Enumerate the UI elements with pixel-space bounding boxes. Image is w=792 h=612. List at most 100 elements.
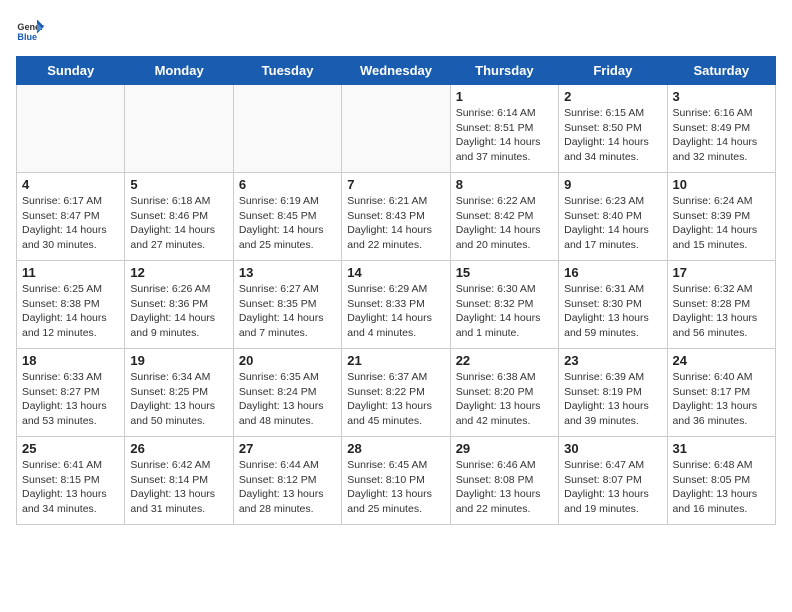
day-number: 2	[564, 89, 661, 104]
day-number: 29	[456, 441, 553, 456]
calendar-week-2: 4 Sunrise: 6:17 AM Sunset: 8:47 PM Daylig…	[17, 173, 776, 261]
calendar-cell: 31Sunrise: 6:48 AM Sunset: 8:05 PM Dayli…	[667, 437, 775, 525]
calendar-cell: 26 Sunrise: 6:42 AM Sunset: 8:14 PM Dayli…	[125, 437, 233, 525]
calendar-cell: 7 Sunrise: 6:21 AM Sunset: 8:43 PM Daylig…	[342, 173, 450, 261]
day-number: 21	[347, 353, 444, 368]
day-number: 14	[347, 265, 444, 280]
calendar-cell	[17, 85, 125, 173]
day-number: 16	[564, 265, 661, 280]
calendar-cell: 14Sunrise: 6:29 AM Sunset: 8:33 PM Dayli…	[342, 261, 450, 349]
calendar-cell: 17 Sunrise: 6:32 AM Sunset: 8:28 PM Dayli…	[667, 261, 775, 349]
cell-content: Sunrise: 6:26 AM Sunset: 8:36 PM Dayligh…	[130, 282, 227, 341]
cell-content: Sunrise: 6:44 AM Sunset: 8:12 PM Dayligh…	[239, 458, 336, 517]
day-number: 3	[673, 89, 770, 104]
cell-content: Sunrise: 6:16 AM Sunset: 8:49 PM Dayligh…	[673, 106, 770, 165]
day-number: 15	[456, 265, 553, 280]
cell-content: Sunrise: 6:18 AM Sunset: 8:46 PM Dayligh…	[130, 194, 227, 253]
day-number: 6	[239, 177, 336, 192]
calendar-cell: 25 Sunrise: 6:41 AM Sunset: 8:15 PM Dayli…	[17, 437, 125, 525]
day-number: 13	[239, 265, 336, 280]
calendar-cell: 1 Sunrise: 6:14 AM Sunset: 8:51 PM Daylig…	[450, 85, 558, 173]
day-number: 7	[347, 177, 444, 192]
calendar-cell: 3 Sunrise: 6:16 AM Sunset: 8:49 PM Daylig…	[667, 85, 775, 173]
calendar-cell: 4 Sunrise: 6:17 AM Sunset: 8:47 PM Daylig…	[17, 173, 125, 261]
cell-content: Sunrise: 6:45 AM Sunset: 8:10 PM Dayligh…	[347, 458, 444, 517]
cell-content: Sunrise: 6:32 AM Sunset: 8:28 PM Dayligh…	[673, 282, 770, 341]
page-header: General Blue	[16, 16, 776, 44]
cell-content: Sunrise: 6:47 AM Sunset: 8:07 PM Dayligh…	[564, 458, 661, 517]
day-number: 25	[22, 441, 119, 456]
day-number: 9	[564, 177, 661, 192]
calendar-week-1: 1 Sunrise: 6:14 AM Sunset: 8:51 PM Daylig…	[17, 85, 776, 173]
cell-content: Sunrise: 6:27 AM Sunset: 8:35 PM Dayligh…	[239, 282, 336, 341]
day-number: 17	[673, 265, 770, 280]
calendar-cell: 27Sunrise: 6:44 AM Sunset: 8:12 PM Dayli…	[233, 437, 341, 525]
calendar-cell: 16 Sunrise: 6:31 AM Sunset: 8:30 PM Dayli…	[559, 261, 667, 349]
cell-content: Sunrise: 6:33 AM Sunset: 8:27 PM Dayligh…	[22, 370, 119, 429]
day-number: 20	[239, 353, 336, 368]
day-number: 5	[130, 177, 227, 192]
calendar-week-5: 25 Sunrise: 6:41 AM Sunset: 8:15 PM Dayli…	[17, 437, 776, 525]
day-number: 22	[456, 353, 553, 368]
cell-content: Sunrise: 6:37 AM Sunset: 8:22 PM Dayligh…	[347, 370, 444, 429]
cell-content: Sunrise: 6:15 AM Sunset: 8:50 PM Dayligh…	[564, 106, 661, 165]
cell-content: Sunrise: 6:35 AM Sunset: 8:24 PM Dayligh…	[239, 370, 336, 429]
day-number: 24	[673, 353, 770, 368]
cell-content: Sunrise: 6:23 AM Sunset: 8:40 PM Dayligh…	[564, 194, 661, 253]
day-number: 18	[22, 353, 119, 368]
calendar-cell: 13 Sunrise: 6:27 AM Sunset: 8:35 PM Dayli…	[233, 261, 341, 349]
day-number: 1	[456, 89, 553, 104]
day-header-thursday: Thursday	[450, 57, 558, 85]
calendar-cell: 28 Sunrise: 6:45 AM Sunset: 8:10 PM Dayli…	[342, 437, 450, 525]
cell-content: Sunrise: 6:40 AM Sunset: 8:17 PM Dayligh…	[673, 370, 770, 429]
day-header-tuesday: Tuesday	[233, 57, 341, 85]
calendar-week-3: 11 Sunrise: 6:25 AM Sunset: 8:38 PM Dayli…	[17, 261, 776, 349]
calendar-cell	[342, 85, 450, 173]
day-number: 26	[130, 441, 227, 456]
calendar-cell: 21 Sunrise: 6:37 AM Sunset: 8:22 PM Dayli…	[342, 349, 450, 437]
day-header-friday: Friday	[559, 57, 667, 85]
cell-content: Sunrise: 6:31 AM Sunset: 8:30 PM Dayligh…	[564, 282, 661, 341]
day-number: 19	[130, 353, 227, 368]
cell-content: Sunrise: 6:48 AM Sunset: 8:05 PM Dayligh…	[673, 458, 770, 517]
day-header-monday: Monday	[125, 57, 233, 85]
cell-content: Sunrise: 6:42 AM Sunset: 8:14 PM Dayligh…	[130, 458, 227, 517]
day-number: 30	[564, 441, 661, 456]
calendar-cell: 20 Sunrise: 6:35 AM Sunset: 8:24 PM Dayli…	[233, 349, 341, 437]
calendar-cell: 18 Sunrise: 6:33 AM Sunset: 8:27 PM Dayli…	[17, 349, 125, 437]
calendar-cell: 12Sunrise: 6:26 AM Sunset: 8:36 PM Dayli…	[125, 261, 233, 349]
calendar-cell: 5 Sunrise: 6:18 AM Sunset: 8:46 PM Daylig…	[125, 173, 233, 261]
day-header-sunday: Sunday	[17, 57, 125, 85]
day-header-wednesday: Wednesday	[342, 57, 450, 85]
calendar-cell: 11 Sunrise: 6:25 AM Sunset: 8:38 PM Dayli…	[17, 261, 125, 349]
cell-content: Sunrise: 6:34 AM Sunset: 8:25 PM Dayligh…	[130, 370, 227, 429]
calendar-cell: 30 Sunrise: 6:47 AM Sunset: 8:07 PM Dayli…	[559, 437, 667, 525]
cell-content: Sunrise: 6:24 AM Sunset: 8:39 PM Dayligh…	[673, 194, 770, 253]
cell-content: Sunrise: 6:39 AM Sunset: 8:19 PM Dayligh…	[564, 370, 661, 429]
day-number: 10	[673, 177, 770, 192]
logo-icon: General Blue	[16, 16, 44, 44]
cell-content: Sunrise: 6:25 AM Sunset: 8:38 PM Dayligh…	[22, 282, 119, 341]
day-number: 8	[456, 177, 553, 192]
calendar-week-4: 18 Sunrise: 6:33 AM Sunset: 8:27 PM Dayli…	[17, 349, 776, 437]
cell-content: Sunrise: 6:38 AM Sunset: 8:20 PM Dayligh…	[456, 370, 553, 429]
calendar-cell: 19 Sunrise: 6:34 AM Sunset: 8:25 PM Dayli…	[125, 349, 233, 437]
cell-content: Sunrise: 6:17 AM Sunset: 8:47 PM Dayligh…	[22, 194, 119, 253]
cell-content: Sunrise: 6:19 AM Sunset: 8:45 PM Dayligh…	[239, 194, 336, 253]
calendar-cell: 6 Sunrise: 6:19 AM Sunset: 8:45 PM Daylig…	[233, 173, 341, 261]
calendar-cell: 22 Sunrise: 6:38 AM Sunset: 8:20 PM Dayli…	[450, 349, 558, 437]
calendar-cell: 2 Sunrise: 6:15 AM Sunset: 8:50 PM Daylig…	[559, 85, 667, 173]
cell-content: Sunrise: 6:41 AM Sunset: 8:15 PM Dayligh…	[22, 458, 119, 517]
logo: General Blue	[16, 16, 44, 44]
calendar-cell: 29 Sunrise: 6:46 AM Sunset: 8:08 PM Dayli…	[450, 437, 558, 525]
svg-text:Blue: Blue	[17, 32, 37, 42]
calendar-cell: 8Sunrise: 6:22 AM Sunset: 8:42 PM Daylig…	[450, 173, 558, 261]
cell-content: Sunrise: 6:46 AM Sunset: 8:08 PM Dayligh…	[456, 458, 553, 517]
cell-content: Sunrise: 6:21 AM Sunset: 8:43 PM Dayligh…	[347, 194, 444, 253]
day-number: 28	[347, 441, 444, 456]
calendar-cell: 10 Sunrise: 6:24 AM Sunset: 8:39 PM Dayli…	[667, 173, 775, 261]
day-number: 11	[22, 265, 119, 280]
day-number: 4	[22, 177, 119, 192]
calendar-cell: 23Sunrise: 6:39 AM Sunset: 8:19 PM Dayli…	[559, 349, 667, 437]
cell-content: Sunrise: 6:14 AM Sunset: 8:51 PM Dayligh…	[456, 106, 553, 165]
